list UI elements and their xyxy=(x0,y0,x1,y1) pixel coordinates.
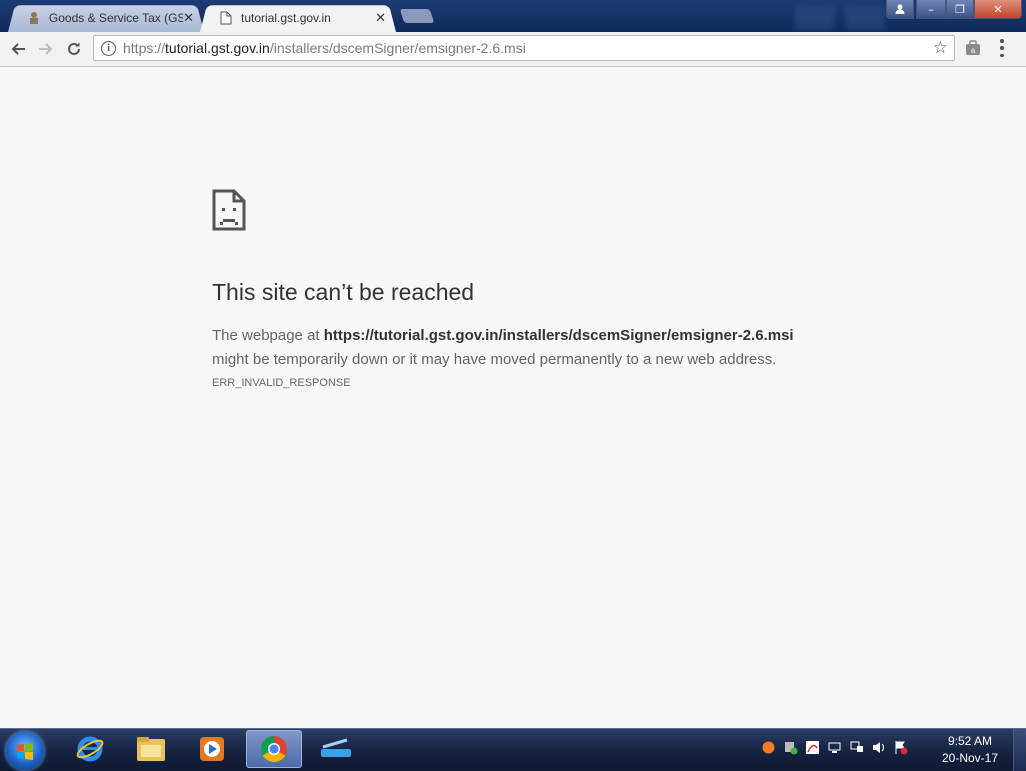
blurred-region xyxy=(795,6,835,30)
extension-icon[interactable]: a xyxy=(965,40,981,56)
internet-explorer-icon[interactable] xyxy=(62,730,118,768)
system-tray xyxy=(760,739,909,756)
new-tab-button[interactable] xyxy=(399,9,435,23)
display-settings-icon[interactable] xyxy=(826,739,843,756)
maximize-button[interactable]: ❐ xyxy=(946,0,974,19)
browser-tabstrip: Goods & Service Tax (GS ✕ tutorial.gst.g… xyxy=(0,0,1026,33)
reload-icon xyxy=(68,42,80,55)
error-url: https://tutorial.gst.gov.in/installers/d… xyxy=(323,327,794,344)
scanner-app-icon[interactable] xyxy=(308,730,364,768)
window-controls: – ❐ ✕ xyxy=(886,0,1022,19)
page-content: This site can’t be reached The webpage a… xyxy=(0,67,1026,728)
system-clock[interactable]: 9:52 AM 20-Nov-17 xyxy=(935,733,1005,767)
media-player-icon[interactable] xyxy=(184,730,240,768)
url-host: tutorial.gst.gov.in xyxy=(165,40,270,56)
close-window-button[interactable]: ✕ xyxy=(974,0,1022,19)
tab-gst[interactable]: Goods & Service Tax (GS ✕ xyxy=(8,3,204,33)
security-shield-icon[interactable] xyxy=(782,739,799,756)
network-icon[interactable] xyxy=(848,739,865,756)
tab-close-icon[interactable]: ✕ xyxy=(375,10,386,26)
forward-button[interactable] xyxy=(35,38,57,60)
svg-text:a: a xyxy=(971,46,976,55)
volume-icon[interactable] xyxy=(870,739,887,756)
acrobat-icon[interactable] xyxy=(804,739,821,756)
bookmark-star-icon[interactable]: ☆ xyxy=(933,38,948,58)
windows-logo-icon xyxy=(17,743,33,760)
tab-title: Goods & Service Tax (GS xyxy=(48,10,184,25)
profile-icon[interactable] xyxy=(886,0,914,19)
error-body-suffix: might be temporarily down or it may have… xyxy=(212,351,777,368)
page-icon xyxy=(218,10,234,26)
avast-icon[interactable] xyxy=(760,739,777,756)
error-code: ERR_INVALID_RESPONSE xyxy=(212,377,351,389)
sad-page-icon xyxy=(212,189,246,231)
chrome-menu-icon[interactable] xyxy=(1000,39,1004,57)
clock-time: 9:52 AM xyxy=(947,734,993,748)
action-center-flag-icon[interactable] xyxy=(892,739,909,756)
tab-close-icon[interactable]: ✕ xyxy=(183,10,194,26)
forward-arrow-icon xyxy=(39,43,53,55)
error-title: This site can’t be reached xyxy=(212,279,475,305)
error-body-prefix: The webpage at xyxy=(212,327,324,344)
reload-button[interactable] xyxy=(63,38,85,60)
back-button[interactable] xyxy=(7,38,29,60)
blurred-region xyxy=(845,6,885,30)
file-explorer-icon[interactable] xyxy=(123,730,179,768)
address-bar[interactable]: i https://tutorial.gst.gov.in/installers… xyxy=(93,35,955,61)
back-arrow-icon xyxy=(11,43,25,55)
show-desktop-button[interactable] xyxy=(1013,729,1026,771)
minimize-button[interactable]: – xyxy=(916,0,946,19)
browser-toolbar: i https://tutorial.gst.gov.in/installers… xyxy=(0,32,1026,67)
chrome-icon[interactable] xyxy=(246,730,302,768)
clock-date: 20-Nov-17 xyxy=(941,751,999,765)
start-button[interactable] xyxy=(6,732,44,770)
windows-taskbar: 9:52 AM 20-Nov-17 xyxy=(0,728,1026,771)
url-scheme: https:// xyxy=(123,40,166,56)
error-description: The webpage at https://tutorial.gst.gov.… xyxy=(212,324,832,372)
tab-title: tutorial.gst.gov.in xyxy=(241,10,331,25)
info-icon[interactable]: i xyxy=(101,40,116,56)
tab-tutorial[interactable]: tutorial.gst.gov.in ✕ xyxy=(200,3,396,33)
url-path: /installers/dscemSigner/emsigner-2.6.msi xyxy=(269,40,526,56)
emblem-favicon-icon xyxy=(26,10,42,26)
